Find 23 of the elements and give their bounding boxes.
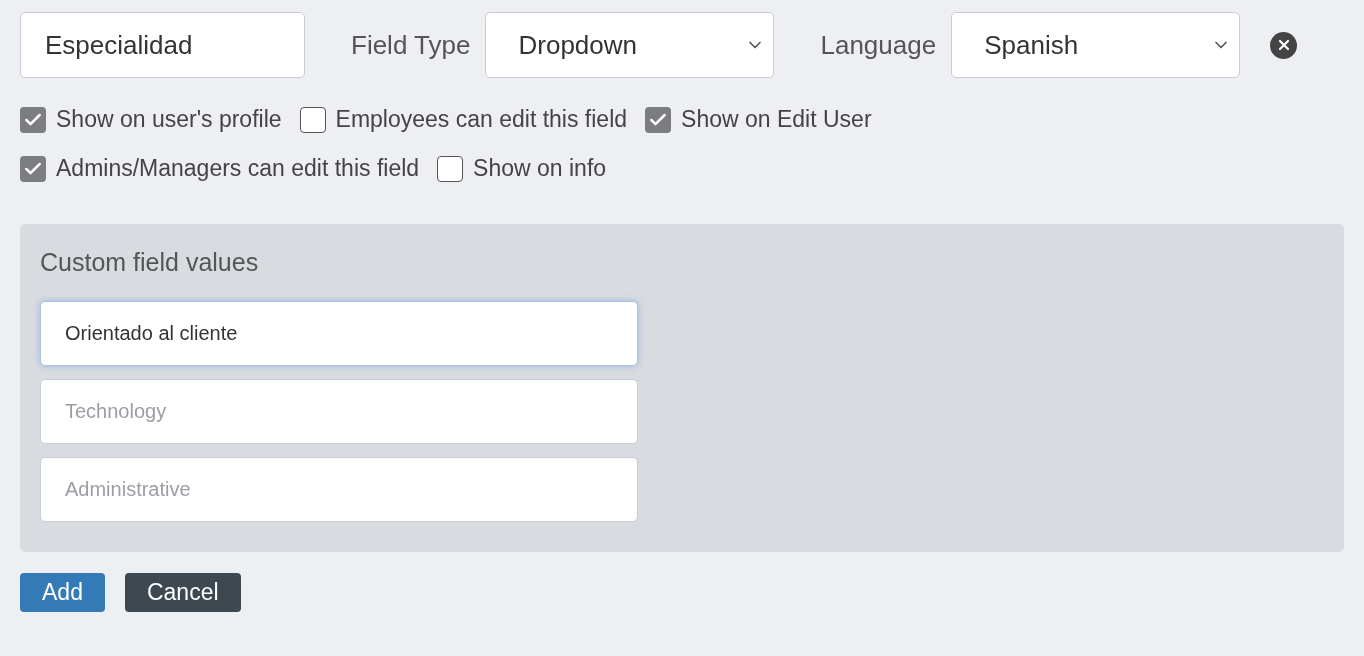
language-label: Language: [820, 29, 937, 61]
cancel-button[interactable]: Cancel: [124, 573, 241, 612]
value-field[interactable]: Administrative: [40, 457, 638, 522]
add-button[interactable]: Add: [20, 573, 105, 612]
checkbox[interactable]: [437, 155, 464, 182]
checkbox-label: Employees can edit this field: [335, 106, 628, 133]
checkbox-label: Show on user's profile: [56, 106, 282, 133]
checkbox[interactable]: [20, 106, 46, 133]
checkbox-label: Show on info: [473, 155, 607, 182]
close-icon: [1277, 39, 1290, 51]
close-button[interactable]: [1270, 31, 1298, 59]
value-field[interactable]: Orientado al cliente: [40, 301, 638, 366]
checkbox[interactable]: [299, 106, 326, 133]
checkbox-label: Show on Edit User: [681, 106, 872, 133]
language-dropdown[interactable]: Spanish: [951, 12, 1241, 78]
checkbox[interactable]: [20, 155, 46, 182]
panel-title: Custom field values: [40, 248, 260, 277]
name-field[interactable]: Especialidad: [20, 12, 305, 78]
field-type-dropdown[interactable]: Dropdown: [485, 12, 775, 78]
checkbox-label: Admins/Managers can edit this field: [56, 155, 420, 182]
checkbox[interactable]: [645, 106, 672, 133]
field-type-label: Field Type: [351, 29, 471, 61]
value-field[interactable]: Technology: [40, 379, 638, 444]
